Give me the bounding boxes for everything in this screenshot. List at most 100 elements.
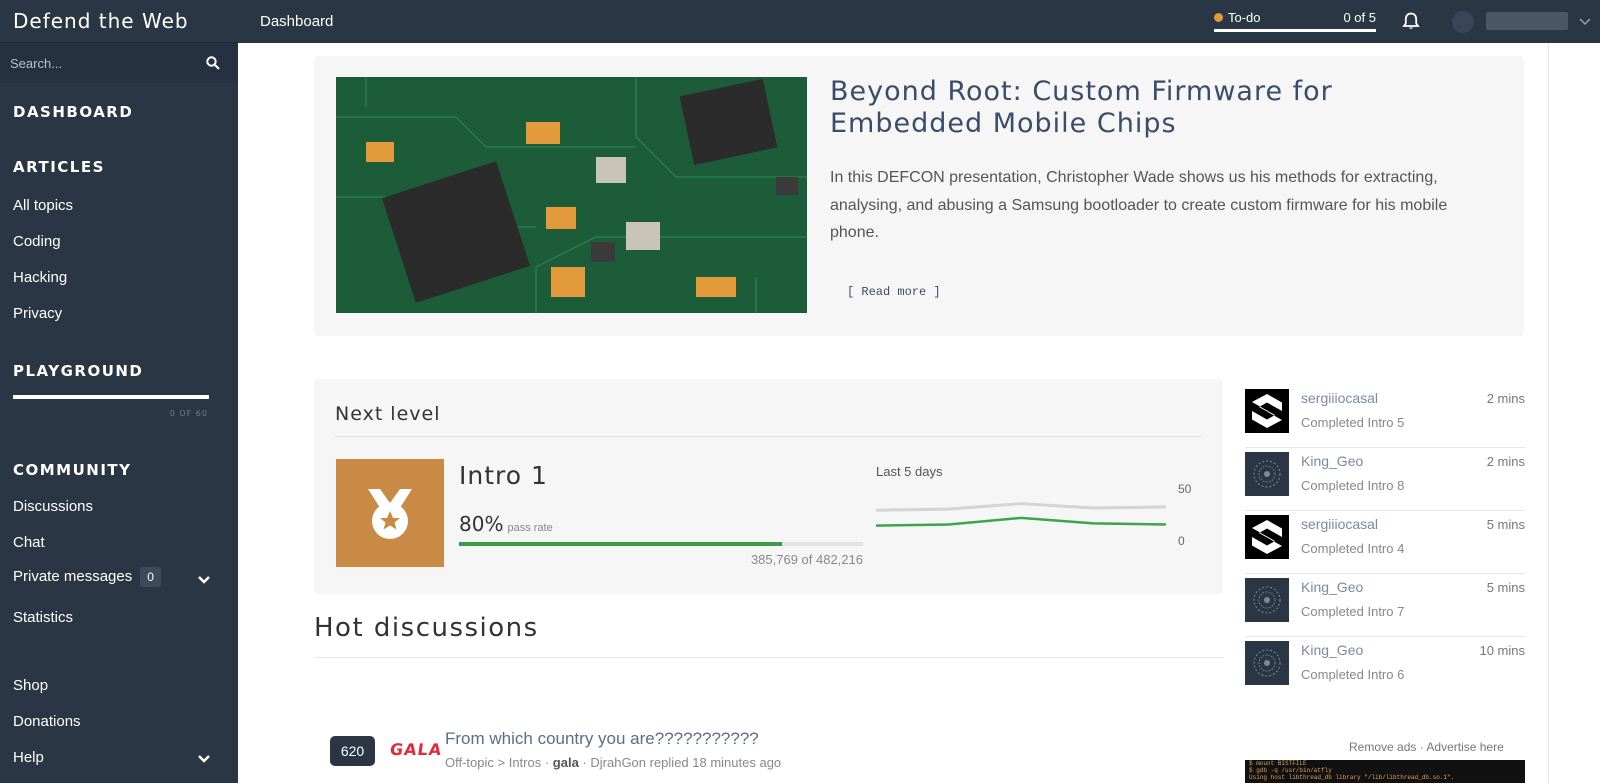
nav-item-discussions[interactable]: Discussions [13, 498, 93, 515]
nav-item-help[interactable]: Help [13, 749, 44, 766]
user-avatar[interactable] [1452, 11, 1474, 33]
pass-rate-label: pass rate [507, 522, 553, 534]
nav-item-donations[interactable]: Donations [13, 713, 81, 730]
chevron-down-icon[interactable] [1579, 18, 1591, 26]
discussion-category-link[interactable]: Off-topic [445, 755, 494, 770]
article-title[interactable]: Beyond Root: Custom Firmware for Embedde… [830, 76, 1470, 140]
nav-item-private-messages[interactable]: Private messages 0 [13, 567, 161, 587]
next-level-card: Next level Intro 1 80% pass rate 385,769 … [314, 379, 1223, 594]
y-tick-label: 0 [1178, 534, 1185, 548]
activity-description: Completed Intro 7 [1301, 604, 1405, 619]
featured-article: Beyond Root: Custom Firmware for Embedde… [314, 56, 1524, 336]
topbar: Dashboard To-do 0 of 5 [238, 0, 1600, 43]
pass-rate-value: 80% [459, 512, 504, 536]
activity-item: King_Geo 10 mins Completed Intro 6 [1245, 637, 1525, 700]
content-divider [1548, 43, 1549, 783]
activity-user-link[interactable]: sergiiiocasal [1301, 516, 1378, 532]
series-line-0 [876, 502, 1166, 512]
discussion-reply-count: 620 [330, 736, 375, 766]
nav-item-chat[interactable]: Chat [13, 534, 45, 551]
nav-item-hacking[interactable]: Hacking [13, 269, 67, 286]
todo-widget[interactable]: To-do 0 of 5 [1214, 10, 1376, 32]
activity-user-link[interactable]: King_Geo [1301, 642, 1363, 658]
ad-links: Remove ads · Advertise here [1349, 740, 1504, 754]
playground-progress-count: 0 OF 60 [169, 409, 208, 418]
article-description: In this DEFCON presentation, Christopher… [830, 169, 1448, 241]
nav-heading-community: COMMUNITY [13, 461, 132, 479]
nav-item-all-topics[interactable]: All topics [13, 197, 73, 214]
read-more-link[interactable]: [ Read more ] [847, 285, 941, 299]
activity-user-link[interactable]: King_Geo [1301, 579, 1363, 595]
sidebar: Defend the Web DASHBOARD ARTICLES All to… [0, 0, 238, 783]
activity-time: 2 mins [1486, 391, 1525, 406]
discussion-meta: Off-topic > Intros · gala · DjrahGon rep… [445, 755, 782, 770]
page-title: Dashboard [260, 13, 334, 30]
activity-sparkline [876, 502, 1166, 527]
article-image[interactable] [336, 77, 807, 313]
activity-user-link[interactable]: King_Geo [1301, 453, 1363, 469]
activity-description: Completed Intro 4 [1301, 541, 1405, 556]
activity-feed: sergiiiocasal 2 mins Completed Intro 5 K… [1245, 385, 1525, 700]
chevron-down-icon[interactable] [198, 755, 210, 763]
user-name-redacted[interactable] [1486, 12, 1568, 30]
globe-avatar-icon[interactable] [1245, 578, 1289, 622]
activity-description: Completed Intro 5 [1301, 415, 1405, 430]
chart-label: Last 5 days [876, 464, 943, 479]
activity-time: 10 mins [1479, 643, 1525, 658]
discussion-author-link[interactable]: gala [553, 755, 579, 770]
advertise-link[interactable]: Advertise here [1426, 740, 1503, 754]
todo-label: To-do [1228, 10, 1261, 25]
bell-icon[interactable] [1402, 12, 1420, 31]
pass-rate-bar-fill [459, 542, 783, 546]
todo-count: 0 of 5 [1343, 10, 1376, 25]
activity-item: King_Geo 2 mins Completed Intro 8 [1245, 448, 1525, 511]
activity-time: 5 mins [1486, 517, 1525, 532]
brand-logo[interactable]: Defend the Web [0, 0, 238, 43]
todo-progress-bar [1214, 29, 1376, 32]
private-messages-label: Private messages [13, 568, 133, 585]
search-icon[interactable] [206, 56, 220, 70]
level-name[interactable]: Intro 1 [459, 461, 548, 490]
nav-playground[interactable]: PLAYGROUND [0, 362, 143, 380]
divider [314, 657, 1224, 658]
discussion-last-reply: DjrahGon replied 18 minutes ago [590, 755, 782, 770]
pass-rate-bar [459, 542, 863, 546]
discussion-title-link[interactable]: From which country you are??????????? [445, 729, 759, 749]
s-logo-icon[interactable] [1245, 389, 1289, 433]
search-input[interactable] [0, 43, 238, 83]
activity-item: King_Geo 5 mins Completed Intro 7 [1245, 574, 1525, 637]
nav-item-privacy[interactable]: Privacy [13, 305, 62, 322]
s-logo-icon[interactable] [1245, 515, 1289, 559]
activity-description: Completed Intro 8 [1301, 478, 1405, 493]
activity-item: sergiiiocasal 5 mins Completed Intro 4 [1245, 511, 1525, 574]
pass-rate: 80% pass rate [459, 512, 553, 536]
nav-dashboard[interactable]: DASHBOARD [0, 103, 133, 121]
search-box [0, 43, 238, 83]
ad-banner[interactable]: $ mount BISTFILE $ gdb -q /usr/bin/atfly U… [1245, 760, 1525, 783]
series-line-1 [876, 516, 1166, 527]
activity-time: 2 mins [1486, 454, 1525, 469]
nav-item-shop[interactable]: Shop [13, 677, 48, 694]
nav-item-statistics[interactable]: Statistics [13, 609, 73, 626]
playground-progress-bar [13, 395, 209, 399]
todo-status-dot [1214, 13, 1223, 22]
activity-user-link[interactable]: sergiiiocasal [1301, 390, 1378, 406]
activity-description: Completed Intro 6 [1301, 667, 1405, 682]
chevron-down-icon[interactable] [198, 576, 210, 584]
pass-count: 385,769 of 482,216 [750, 552, 863, 567]
remove-ads-link[interactable]: Remove ads [1349, 740, 1416, 754]
discussion-subcategory-link[interactable]: Intros [509, 755, 542, 770]
pm-count-badge: 0 [140, 567, 161, 587]
nav-heading-articles: ARTICLES [13, 158, 105, 176]
divider [335, 436, 1201, 437]
activity-item: sergiiiocasal 2 mins Completed Intro 5 [1245, 385, 1525, 448]
globe-avatar-icon[interactable] [1245, 452, 1289, 496]
nav-item-coding[interactable]: Coding [13, 233, 61, 250]
author-badge-logo[interactable]: GALA [389, 740, 444, 759]
hot-discussions-heading: Hot discussions [314, 613, 539, 643]
y-tick-label: 50 [1178, 482, 1192, 496]
next-level-heading: Next level [335, 403, 441, 425]
activity-time: 5 mins [1486, 580, 1525, 595]
globe-avatar-icon[interactable] [1245, 641, 1289, 685]
medal-icon[interactable] [336, 459, 444, 567]
